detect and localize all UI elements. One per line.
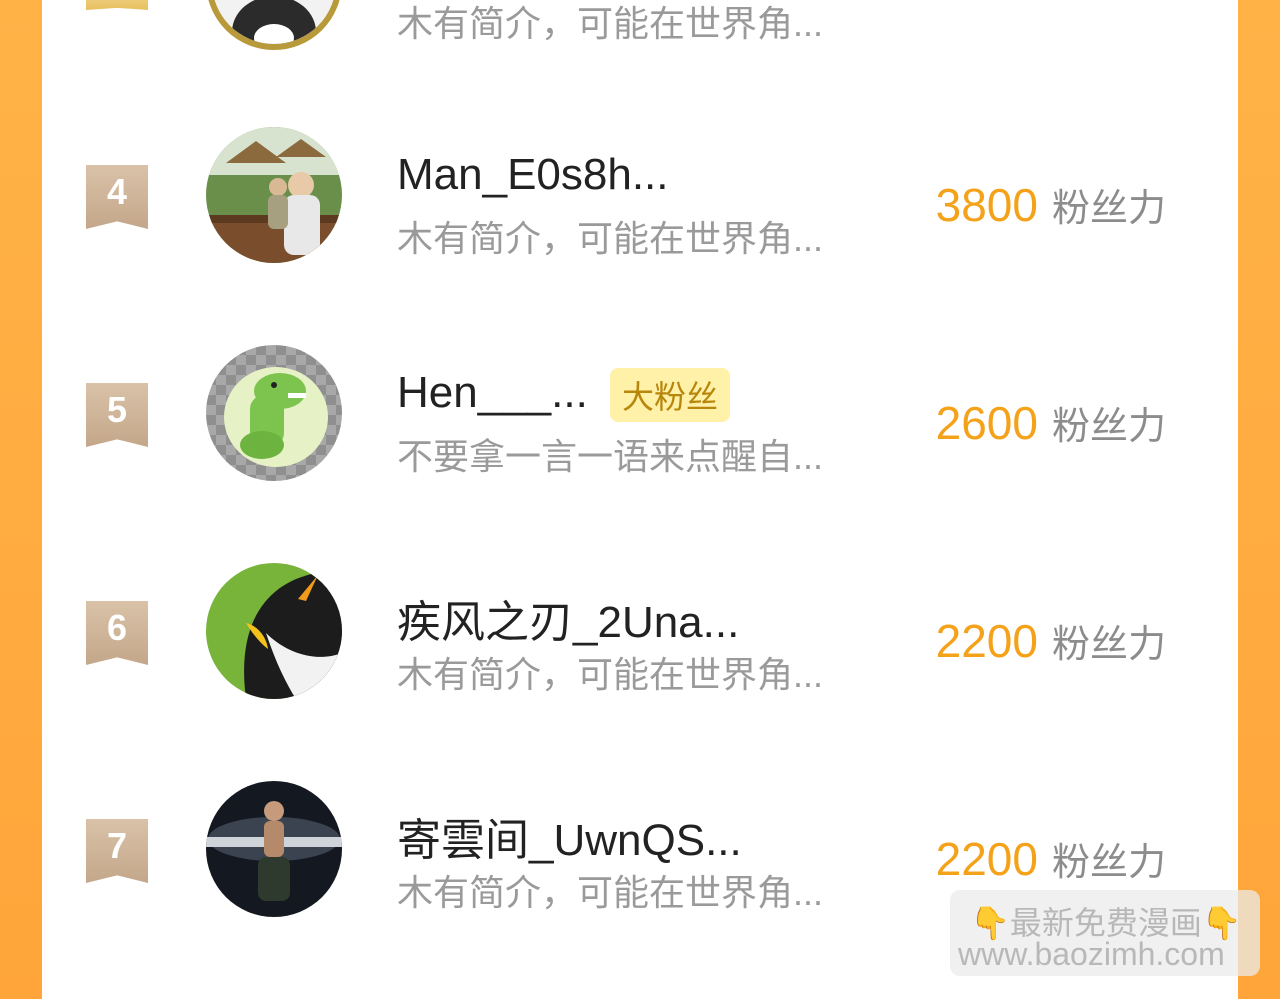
fan-power-label: 粉丝力 [1051, 842, 1166, 884]
avatar-image [206, 345, 342, 481]
user-bio: 木有简介，可能在世界角... [397, 3, 824, 44]
fan-power-score: 2200 粉丝力 [936, 831, 1166, 886]
avatar[interactable] [206, 781, 342, 917]
fan-power-value: 2200 [935, 833, 1038, 885]
fan-power-label: 粉丝力 [1051, 624, 1166, 666]
user-bio: 不要拿一言一语来点醒自... [397, 436, 824, 477]
avatar[interactable] [206, 345, 342, 481]
rank-badge: 4 [86, 165, 148, 229]
rank-badge: 7 [86, 819, 148, 883]
avatar-image [206, 563, 342, 699]
avatar-image [206, 781, 342, 917]
big-fan-badge: 大粉丝 [610, 368, 731, 422]
avatar[interactable] [206, 127, 342, 263]
site-watermark: 👇最新免费漫画👇 www.baozimh.com [950, 890, 1260, 976]
fan-power-score: 2600 粉丝力 [936, 395, 1166, 450]
user-name[interactable]: 疾风之刃_2Una... [397, 586, 739, 650]
user-name[interactable]: Hen___... [397, 368, 588, 418]
user-bio: 木有简介，可能在世界角... [397, 654, 824, 695]
ranking-row-6[interactable]: 6 疾风之刃_2Una... 木有简介，可能在世界角... 2200 粉丝力 [42, 563, 1238, 766]
fan-power-value: 2600 [935, 397, 1038, 449]
avatar[interactable] [206, 563, 342, 699]
fan-power-label: 粉丝力 [1051, 406, 1166, 448]
user-bio: 木有简介，可能在世界角... [397, 872, 824, 913]
watermark-line-2: www.baozimh.com [958, 936, 1225, 972]
fan-power-score: 2200 粉丝力 [936, 613, 1166, 668]
ranking-row-4[interactable]: 4 Man_E0s8h... 木有简介，可能在世界角... 3800 粉丝力 [42, 127, 1238, 330]
rank-badge: 6 [86, 601, 148, 665]
user-bio: 木有简介，可能在世界角... [397, 218, 824, 259]
fan-power-value: 2200 [935, 615, 1038, 667]
avatar-image [214, 0, 334, 44]
fan-power-label: 粉丝力 [1051, 188, 1166, 230]
ranking-row-3[interactable]: 木有简介，可能在世界角... [42, 0, 1238, 50]
user-name[interactable]: Man_E0s8h... [397, 150, 669, 200]
rank-badge: 5 [86, 383, 148, 447]
fan-ranking-panel: 木有简介，可能在世界角... 4 Man_E0s8h... 木有简介，可能在世界… [42, 0, 1238, 999]
user-name[interactable]: 寄雲间_UwnQS... [397, 804, 742, 868]
avatar[interactable] [206, 0, 342, 50]
rank-badge [86, 0, 148, 10]
avatar-image [206, 127, 342, 263]
fan-power-score: 3800 粉丝力 [936, 177, 1166, 232]
ranking-row-5[interactable]: 5 Hen___... 大粉丝 不要拿一言一语来点醒自... 2600 粉丝力 [42, 345, 1238, 548]
fan-power-value: 3800 [935, 179, 1038, 231]
